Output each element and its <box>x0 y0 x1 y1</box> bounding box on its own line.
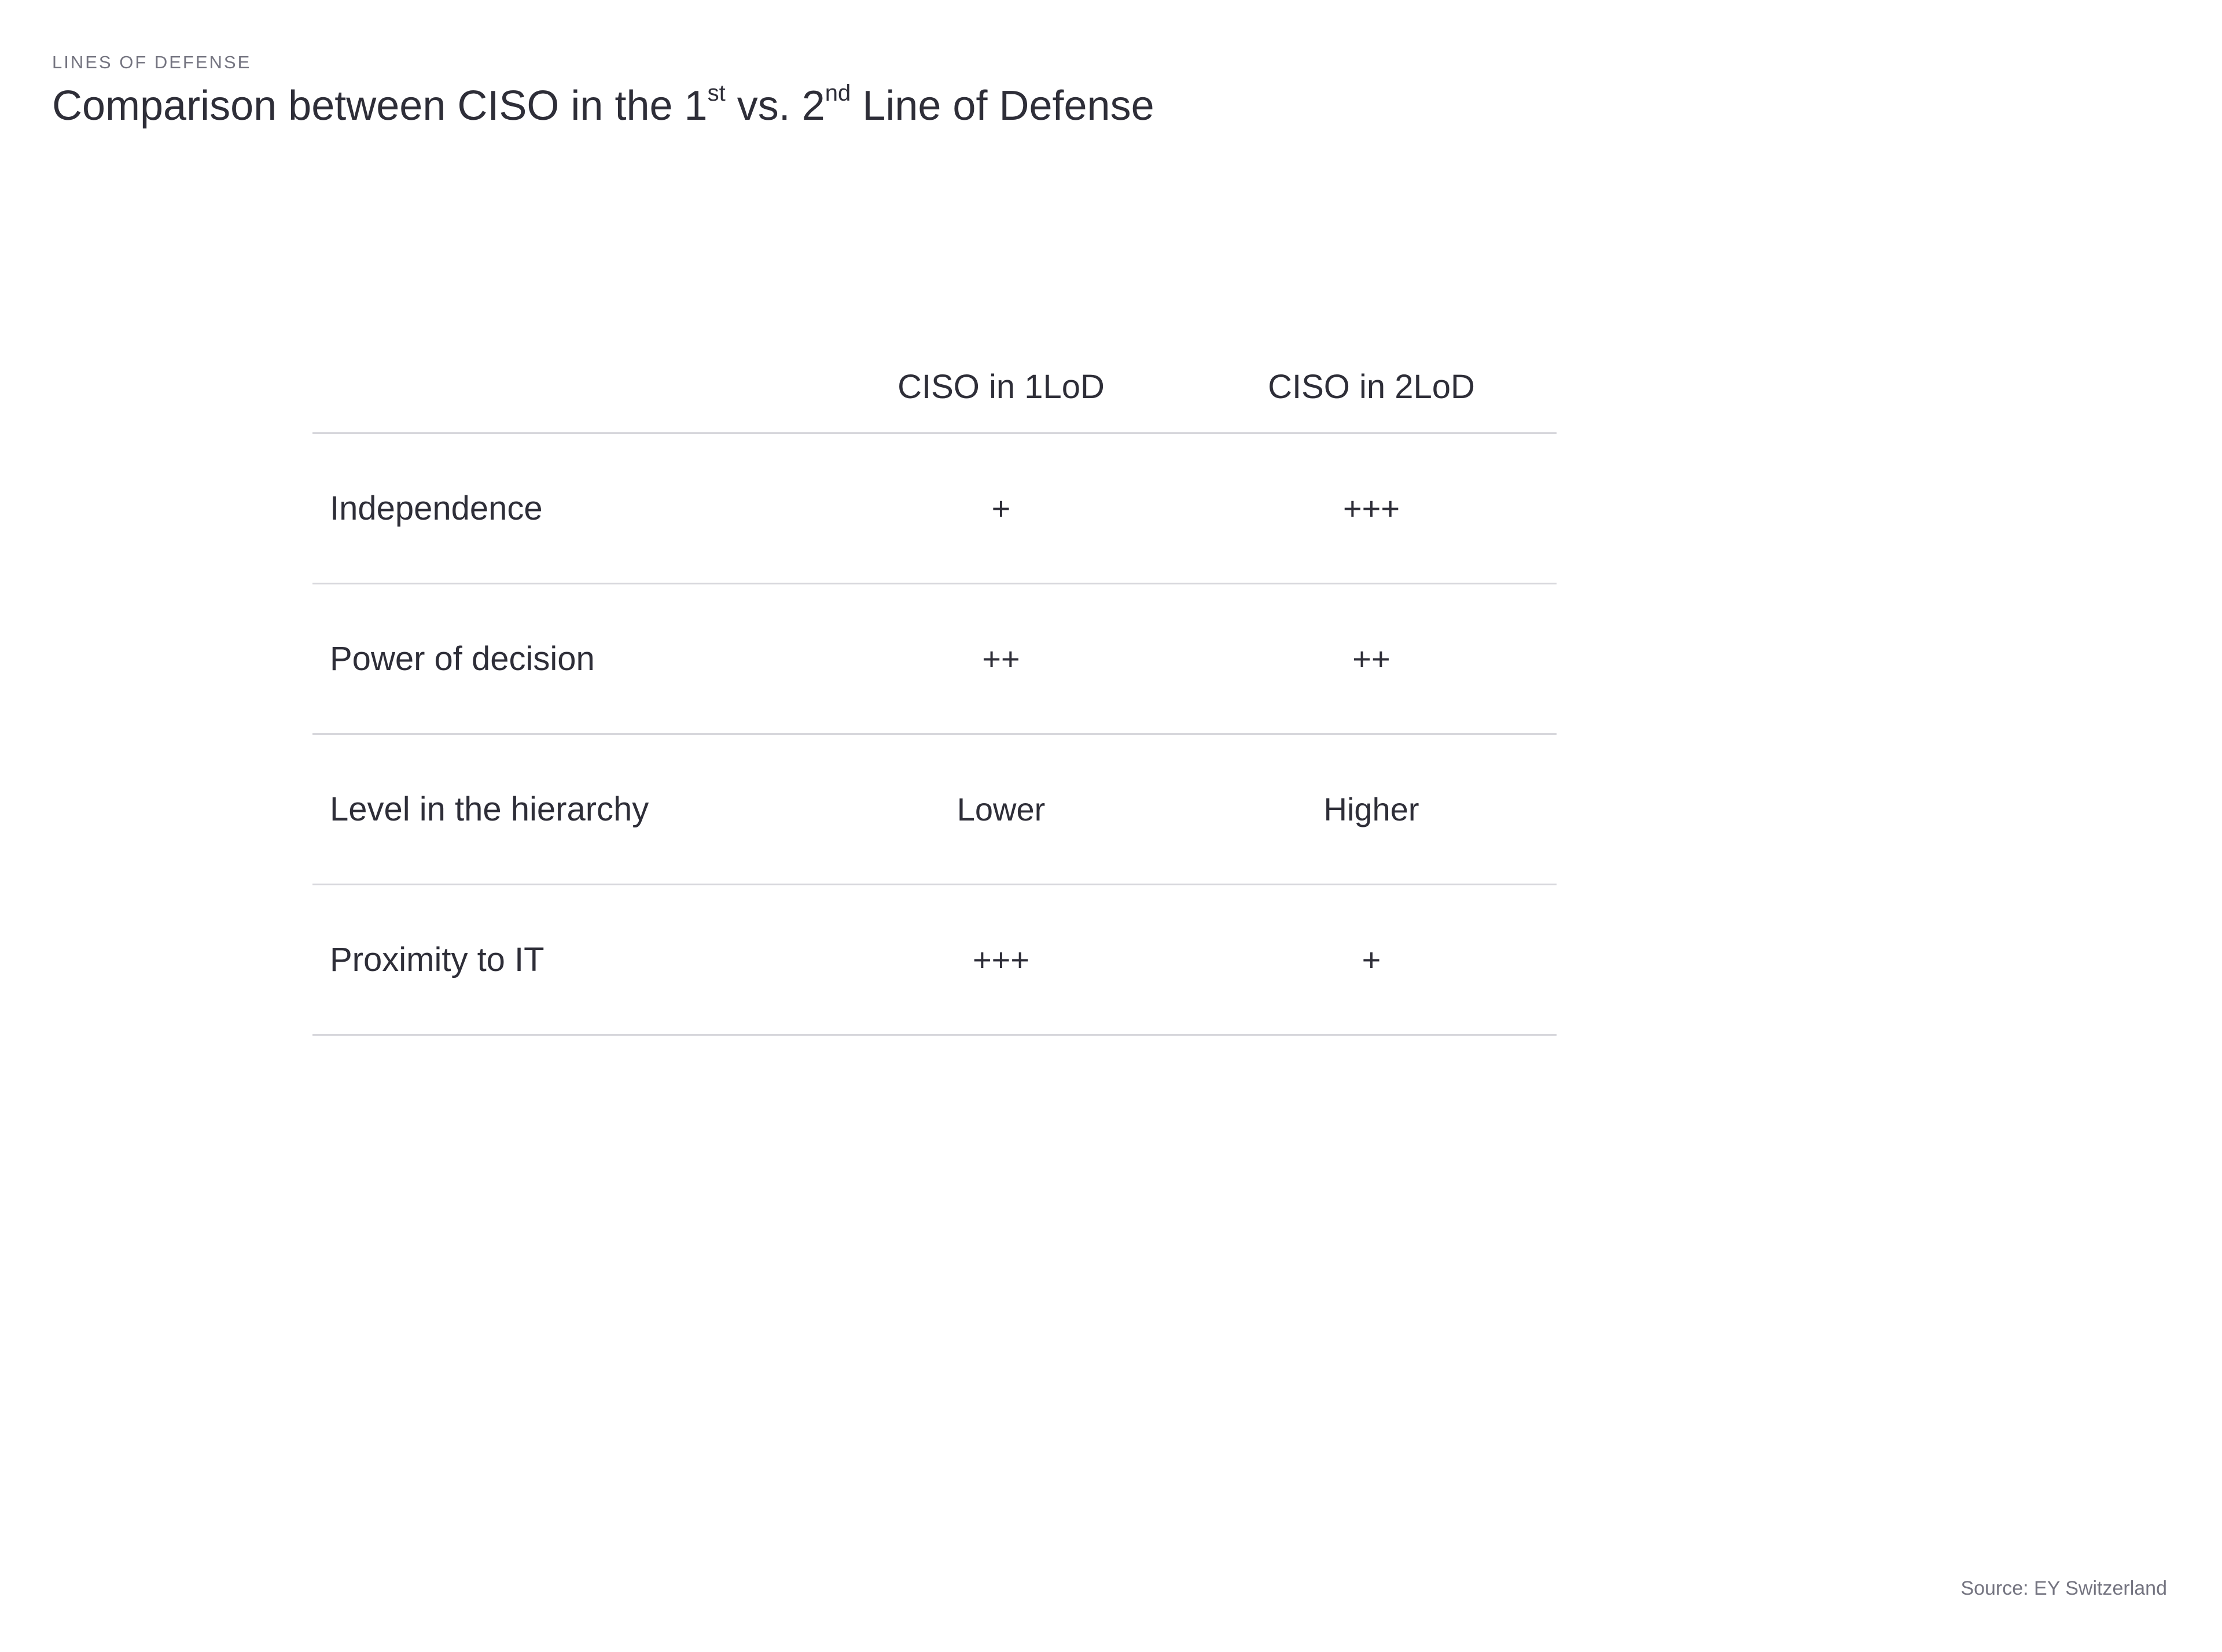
row-col2: +++ <box>1186 490 1557 527</box>
table-row: Power of decision ++ ++ <box>312 584 1557 735</box>
table-row: Independence + +++ <box>312 434 1557 584</box>
row-label: Independence <box>312 489 816 528</box>
row-col2: + <box>1186 941 1557 978</box>
eyebrow-label: LINES OF DEFENSE <box>52 52 251 73</box>
title-sup-1: st <box>708 80 726 106</box>
title-sup-2: nd <box>825 80 851 106</box>
row-col1: + <box>816 490 1186 527</box>
table-header-col2: CISO in 2LoD <box>1186 367 1557 406</box>
row-col1: ++ <box>816 640 1186 678</box>
source-attribution: Source: EY Switzerland <box>1960 1577 2167 1600</box>
row-col2: ++ <box>1186 640 1557 678</box>
row-col1: +++ <box>816 941 1186 978</box>
title-part-1: Comparison between CISO in the 1 <box>52 83 708 129</box>
row-col2: Higher <box>1186 790 1557 828</box>
title-part-3: Line of Defense <box>851 83 1154 129</box>
row-label: Level in the hierarchy <box>312 790 816 829</box>
table-row: Level in the hierarchy Lower Higher <box>312 735 1557 885</box>
page-title: Comparison between CISO in the 1st vs. 2… <box>52 81 1154 131</box>
table-header-row: CISO in 1LoD CISO in 2LoD <box>312 341 1557 434</box>
table-header-col1: CISO in 1LoD <box>816 367 1186 406</box>
row-col1: Lower <box>816 790 1186 828</box>
row-label: Power of decision <box>312 639 816 678</box>
table-row: Proximity to IT +++ + <box>312 885 1557 1036</box>
title-part-2: vs. 2 <box>726 83 825 129</box>
comparison-table: CISO in 1LoD CISO in 2LoD Independence +… <box>312 341 1557 1036</box>
row-label: Proximity to IT <box>312 940 816 979</box>
